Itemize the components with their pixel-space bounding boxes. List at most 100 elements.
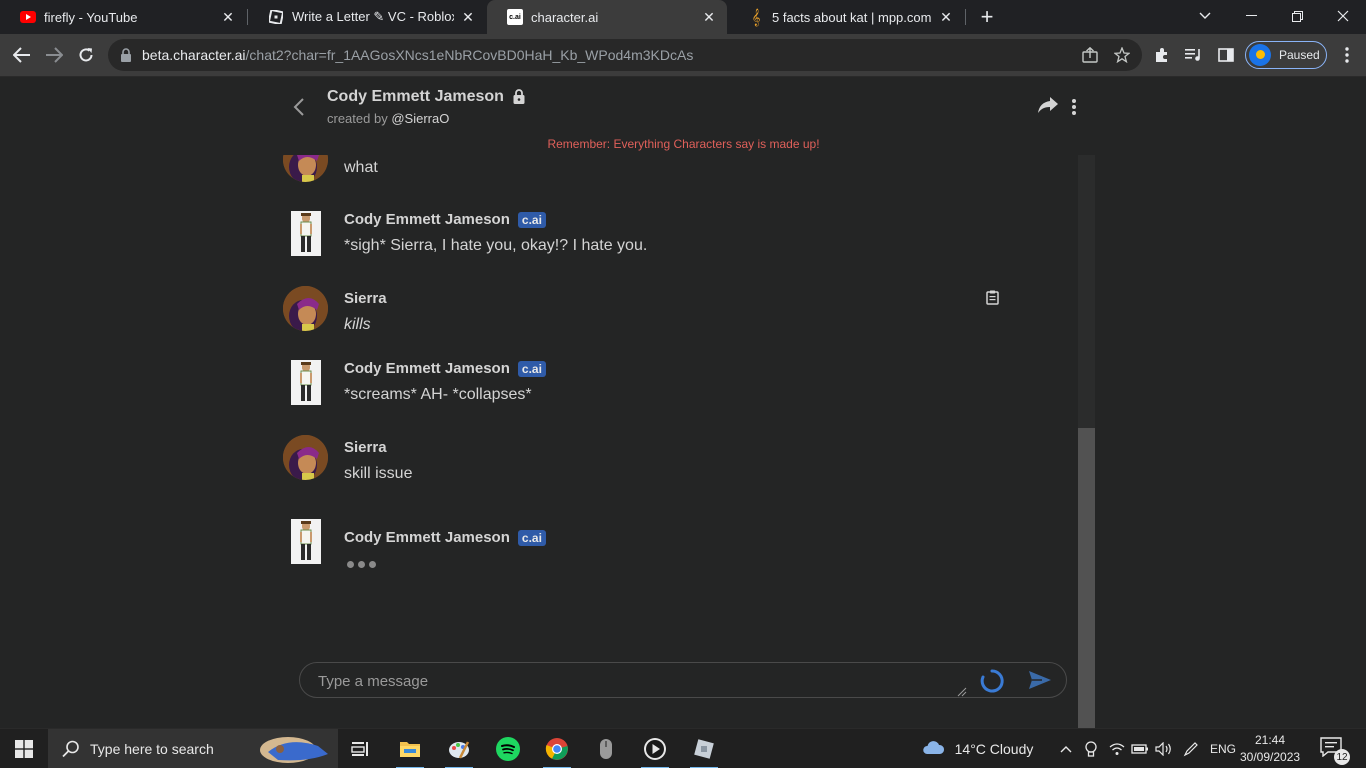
minimize-icon[interactable] [1228,0,1274,32]
lock-icon [120,48,134,62]
clock-date: 30/09/2023 [1240,750,1301,764]
tab-youtube[interactable]: firefly - YouTube ✕ [0,0,246,34]
message-sender: Cody Emmett Jameson c.ai [344,360,546,377]
share-page-icon[interactable] [1077,42,1103,68]
tab-character-ai[interactable]: c.ai character.ai ✕ [487,0,727,34]
notification-count-badge: 12 [1334,749,1350,765]
mouse-app-icon[interactable] [582,729,630,768]
sierra-avatar [283,155,328,182]
notification-center-icon[interactable]: 12 [1320,737,1350,765]
creator-link[interactable]: @SierraO [391,111,449,126]
sierra-avatar [283,435,328,480]
sender-name: Cody Emmett Jameson [344,360,510,377]
share-icon[interactable] [1038,97,1060,117]
close-tab-icon[interactable]: ✕ [938,9,954,25]
bookmark-star-icon[interactable] [1109,42,1135,68]
chevron-left-icon[interactable] [288,95,310,119]
address-bar[interactable]: beta.character.ai/chat2?char=fr_1AAGosXN… [108,39,1142,71]
reload-icon[interactable] [73,42,99,68]
cai-icon: c.ai [507,9,523,25]
back-arrow-icon[interactable] [9,42,35,68]
tab-title: 5 facts about kat | mpp.commun [772,9,932,25]
weather-widget[interactable]: 14°C Cloudy [921,729,1034,768]
cody-avatar [291,211,321,256]
typing-indicator [347,561,376,568]
windows-start-icon[interactable] [0,729,48,768]
sender-name: Cody Emmett Jameson [344,211,510,228]
clock[interactable]: 21:44 30/09/2023 [1240,732,1300,766]
side-panel-icon[interactable] [1213,42,1239,68]
more-options-icon[interactable] [1068,97,1080,117]
browser-menu-icon[interactable] [1334,42,1360,68]
close-tab-icon[interactable]: ✕ [701,9,717,25]
sender-name: Cody Emmett Jameson [344,529,510,546]
cai-favicon-text: c.ai [507,9,523,25]
message-text: *sigh* Sierra, I hate you, okay!? I hate… [344,237,648,254]
file-explorer-icon[interactable] [386,729,434,768]
lock-icon [513,89,527,105]
paint-icon[interactable] [435,729,483,768]
tab-separator [965,9,966,25]
message-input-bar [299,662,1067,698]
chat-message: Cody Emmett Jameson c.ai *screams* AH- *c… [272,360,1062,420]
restore-icon[interactable] [1274,0,1320,32]
language-text: ENG [1209,742,1236,756]
profile-paused-button[interactable]: Paused [1245,41,1327,69]
sender-name: Sierra [344,439,387,456]
close-tab-icon[interactable]: ✕ [460,9,476,25]
chat-message: what [272,155,1062,197]
scrollbar-thumb[interactable] [1078,428,1095,731]
cody-avatar [291,519,321,564]
extensions-puzzle-icon[interactable] [1149,42,1175,68]
media-control-icon[interactable] [1181,42,1207,68]
cloud-icon [921,739,945,760]
sender-name: Sierra [344,290,387,307]
character-name[interactable]: Cody Emmett Jameson [327,88,504,106]
profile-status: Paused [1279,48,1320,62]
battery-icon[interactable] [1129,729,1151,768]
disclaimer-text: Remember: Everything Characters say is m… [547,137,820,151]
pen-icon[interactable] [1180,729,1202,768]
youtube-icon [20,9,36,25]
chevron-up-icon[interactable] [1056,729,1076,768]
message-text: *screams* AH- *collapses* [344,386,532,403]
language-indicator[interactable]: ENG [1208,729,1238,768]
clipboard-icon[interactable] [986,290,1000,306]
close-tab-icon[interactable]: ✕ [220,9,236,25]
close-window-icon[interactable] [1320,0,1366,32]
send-icon[interactable] [1028,670,1054,692]
message-sender: Cody Emmett Jameson c.ai [344,529,546,546]
forward-arrow-icon[interactable] [41,42,67,68]
tab-title: Write a Letter ✎ VC - Roblox [292,9,454,24]
weather-text: 14°C Cloudy [954,741,1034,757]
tab-mpp[interactable]: 𝄞 5 facts about kat | mpp.commun ✕ [728,0,964,34]
new-tab-button[interactable]: + [976,6,998,28]
windows-taskbar: Type here to search 14°C Cloudy ENG 21:4… [0,728,1366,768]
tab-search-icon[interactable] [1182,0,1228,32]
cai-badge: c.ai [517,360,546,377]
message-input[interactable] [318,669,958,693]
profile-avatar [1249,44,1271,66]
message-sender: Sierra [344,290,387,307]
message-sender: Cody Emmett Jameson c.ai [344,211,546,228]
search-placeholder: Type here to search [90,741,214,757]
network-icon[interactable] [1106,729,1128,768]
clock-time: 21:44 [1254,733,1286,747]
chrome-icon[interactable] [533,729,581,768]
chat-page: Cody Emmett Jameson created by @SierraO … [0,77,1366,732]
resize-grip-icon[interactable] [957,684,967,697]
search-highlight-art [258,732,332,766]
tab-title: firefly - YouTube [44,9,138,25]
tab-title: character.ai [531,9,599,25]
tab-roblox[interactable]: Write a Letter ✎ VC - Roblox ✕ [248,0,486,34]
message-text: skill issue [344,465,413,482]
taskbar-search[interactable]: Type here to search [48,729,338,768]
chat-messages[interactable]: what Cody Emmett Jameson c.ai *sigh* Sier… [272,155,1095,732]
roblox-studio-icon[interactable] [680,729,728,768]
meet-now-icon[interactable] [1081,729,1101,768]
chat-message: Cody Emmett Jameson c.ai *sigh* Sierra, I… [272,211,1062,271]
task-view-icon[interactable] [336,729,384,768]
media-player-icon[interactable] [631,729,679,768]
volume-icon[interactable] [1153,729,1175,768]
spotify-icon[interactable] [484,729,532,768]
